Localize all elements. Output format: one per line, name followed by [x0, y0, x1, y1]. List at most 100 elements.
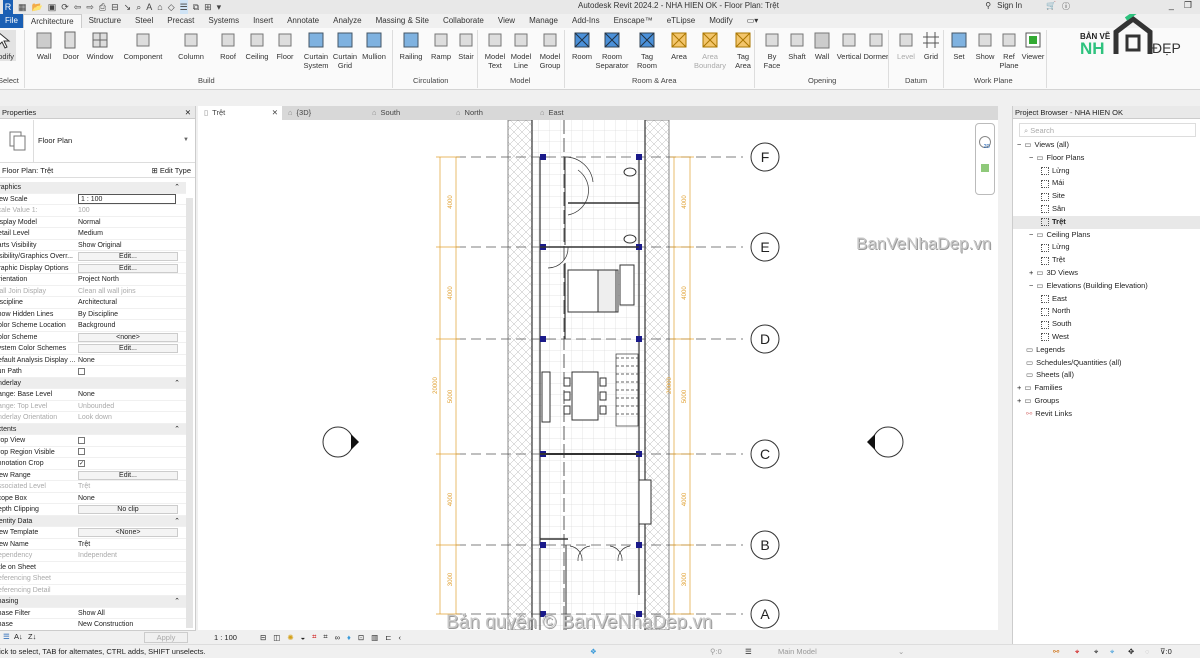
opening-by-face-button[interactable]: By Face	[759, 30, 785, 70]
room-area-tag-room-button[interactable]: Tag Room	[634, 30, 660, 70]
view-tab-north[interactable]: ⌂ North	[450, 106, 534, 120]
browser-item[interactable]: ▭ Schedules/Quantities (all)	[1013, 357, 1200, 370]
build-column-button[interactable]: Column	[178, 30, 204, 61]
select-underlay-icon[interactable]: ⌖	[1075, 645, 1079, 658]
ribbon-tab-structure[interactable]: Structure	[82, 14, 128, 28]
panel-label-model[interactable]: Model	[510, 76, 530, 85]
select-links-icon[interactable]: ⚯	[1053, 645, 1059, 658]
property-value[interactable]: New Construction	[76, 619, 186, 630]
collapse-icon[interactable]: ⌃	[76, 596, 186, 607]
open-icon[interactable]: 📂	[32, 0, 43, 14]
browser-item[interactable]: West	[1013, 331, 1200, 344]
build-roof-button[interactable]: Roof	[215, 30, 241, 61]
browser-item[interactable]: + ▭ Groups	[1013, 395, 1200, 408]
property-value[interactable]: Show Original	[76, 240, 186, 251]
instance-filter[interactable]: Floor Plan: Trệt ⊞ Edit Type	[0, 163, 195, 178]
measure-icon[interactable]: ⊟	[111, 0, 119, 14]
property-group[interactable]: Extents ⌃	[0, 423, 186, 435]
panel-label-work-plane[interactable]: Work Plane	[974, 76, 1013, 85]
ribbon-tab-add-ins[interactable]: Add-Ins	[565, 14, 607, 28]
expand-icon[interactable]: +	[1017, 382, 1021, 395]
ribbon-tab-architecture[interactable]: Architecture	[22, 14, 82, 28]
save-icon[interactable]: ▣	[48, 0, 57, 14]
room-area-room-separator-button[interactable]: Room Separator	[596, 30, 628, 70]
property-checkbox[interactable]	[78, 448, 85, 456]
collapse-icon[interactable]: −	[1029, 280, 1033, 293]
model-model-group-button[interactable]: Model Group	[537, 30, 563, 70]
property-edit-button[interactable]: Edit...	[78, 470, 178, 480]
property-group[interactable]: Phasing ⌃	[0, 596, 186, 608]
build-mullion-button[interactable]: Mullion	[361, 30, 387, 61]
property-checkbox[interactable]	[78, 367, 85, 375]
ribbon-tab-modify[interactable]: Modify	[702, 14, 740, 28]
ribbon-tab-insert[interactable]: Insert	[246, 14, 280, 28]
browser-item[interactable]: Lửng	[1013, 165, 1200, 178]
browser-item[interactable]: − ▭ Floor Plans	[1013, 152, 1200, 165]
browser-item[interactable]: Mái	[1013, 177, 1200, 190]
property-value[interactable]: By Discipline	[76, 309, 186, 320]
ribbon-tab-collaborate[interactable]: Collaborate	[436, 14, 491, 28]
panel-label-datum[interactable]: Datum	[905, 76, 927, 85]
scroll-left-icon[interactable]: ‹	[399, 633, 402, 642]
home-icon[interactable]: ▦	[18, 0, 27, 14]
property-value[interactable]: Project North	[76, 274, 186, 285]
opening-shaft-button[interactable]: Shaft	[784, 30, 810, 61]
browser-item[interactable]: Sân	[1013, 203, 1200, 216]
browser-item[interactable]: ⚯ Revit Links	[1013, 408, 1200, 421]
panel-label-room-area[interactable]: Room & Area	[632, 76, 677, 85]
property-edit-button[interactable]: <None>	[78, 528, 178, 537]
property-value[interactable]: Unbounded	[76, 401, 186, 412]
crop-view-icon[interactable]: ⌗	[312, 632, 316, 642]
property-value[interactable]: 100	[76, 205, 186, 216]
canvas-vertical-scrollbar[interactable]	[998, 120, 1008, 630]
work-plane-ref-plane-button[interactable]: Ref Plane	[996, 30, 1022, 70]
temporary-hide-icon[interactable]: ♦	[347, 633, 351, 642]
datum-level-button[interactable]: Level	[893, 30, 919, 61]
edit-type-button[interactable]: ⊞ Edit Type	[151, 163, 191, 178]
switch-windows-icon[interactable]: ⊞	[204, 0, 212, 14]
property-group[interactable]: Identity Data ⌃	[0, 515, 186, 527]
redo-icon[interactable]: ⇨	[86, 0, 94, 14]
collapse-icon[interactable]: ⌃	[76, 182, 186, 193]
print-icon[interactable]: ⎙	[99, 0, 106, 14]
modify-button[interactable]: Modify	[0, 30, 16, 61]
dimension-icon[interactable]: ↘	[124, 0, 132, 14]
select-pinned-icon[interactable]: ⌖	[1094, 645, 1098, 658]
ribbon-tab-annotate[interactable]: Annotate	[280, 14, 326, 28]
property-value[interactable]	[76, 573, 186, 584]
build-door-button[interactable]: Door	[58, 30, 84, 61]
property-value[interactable]	[76, 562, 186, 573]
floor-plan-drawing[interactable]: F E D C B A 4000 4000 5000 4000 3000 20000 4000 4000 5…	[198, 120, 998, 630]
browser-item[interactable]: − ▭ Ceiling Plans	[1013, 229, 1200, 242]
panel-label-build[interactable]: Build	[198, 76, 215, 85]
property-group[interactable]: Underlay ⌃	[0, 377, 186, 389]
browser-item[interactable]: Trệt	[1013, 215, 1200, 229]
property-value[interactable]: Independent	[76, 550, 186, 561]
collapse-icon[interactable]: −	[1017, 139, 1021, 152]
property-input[interactable]: 1 : 100	[78, 193, 176, 204]
expand-icon[interactable]: +	[1029, 267, 1033, 280]
apply-button[interactable]: Apply	[144, 632, 188, 643]
property-edit-button[interactable]: Edit...	[78, 263, 178, 273]
properties-scrollbar[interactable]	[186, 198, 193, 628]
unlocked-3d-icon[interactable]: ∞	[335, 633, 340, 642]
build-wall-button[interactable]: Wall	[31, 30, 57, 61]
crop-region-icon[interactable]: ⌗	[323, 632, 327, 642]
view-tab-3d[interactable]: ⌂ {3D}	[282, 106, 366, 120]
build-component-button[interactable]: Component	[124, 30, 162, 61]
drag-elements-icon[interactable]: ✥	[1128, 645, 1134, 658]
steering-wheel-icon[interactable]: 2D	[979, 136, 991, 150]
browser-item[interactable]: + ▭ Families	[1013, 382, 1200, 395]
ribbon-tab-etlipse[interactable]: eTLipse	[660, 14, 702, 28]
work-plane-viewer-button[interactable]: Viewer	[1020, 30, 1046, 61]
ribbon-tab-precast[interactable]: Precast	[160, 14, 201, 28]
undo-icon[interactable]: ⇦	[74, 0, 82, 14]
browser-item[interactable]: − ▭ Views (all)	[1013, 139, 1200, 152]
property-value[interactable]: Normal	[76, 217, 186, 228]
property-value[interactable]: None	[76, 389, 186, 400]
property-value[interactable]: Trệt	[76, 539, 186, 550]
browser-item[interactable]: East	[1013, 293, 1200, 306]
property-value[interactable]: Architectural	[76, 297, 186, 308]
browser-item[interactable]: South	[1013, 318, 1200, 331]
zoom-region-icon[interactable]	[981, 164, 989, 172]
